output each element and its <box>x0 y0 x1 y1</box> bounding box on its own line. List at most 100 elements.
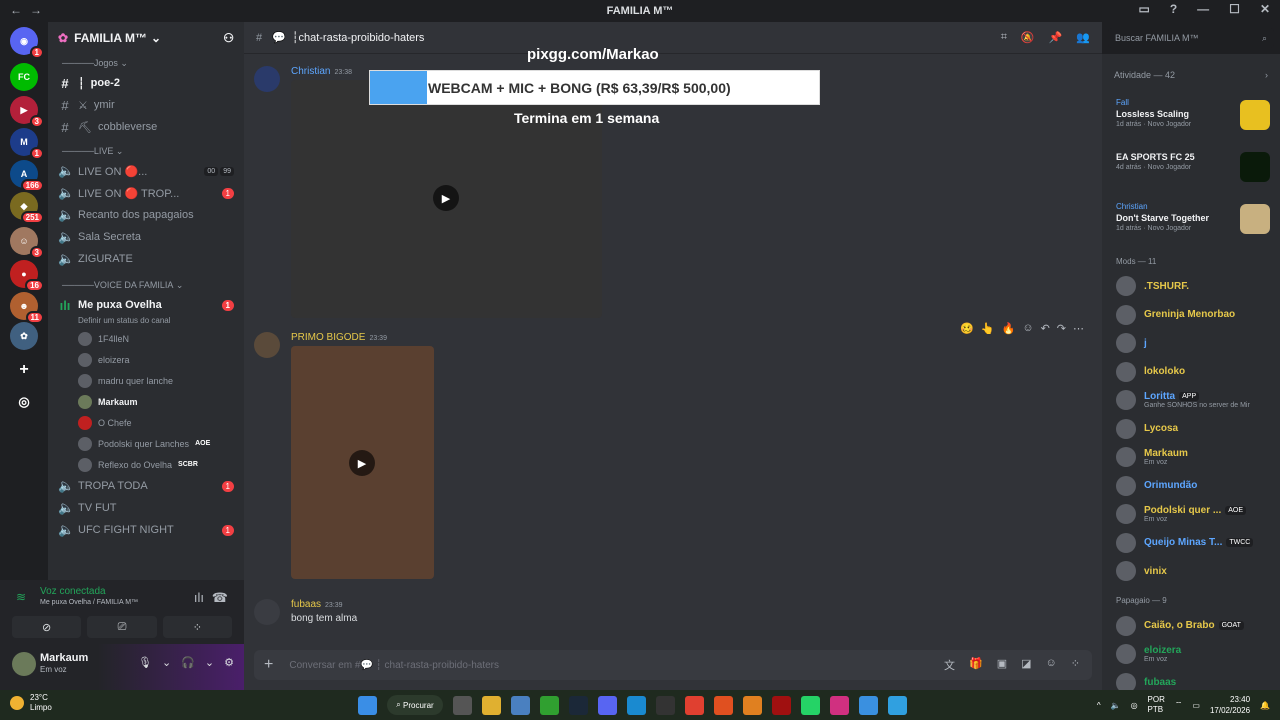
server-header[interactable]: ✿ FAMILIA M™ ⌄ ⚇ <box>48 22 244 54</box>
channel-recanto[interactable]: 🔈 Recanto dos papagaios <box>48 204 244 226</box>
headphones-icon[interactable]: 🎧 <box>181 656 195 669</box>
discord-icon[interactable] <box>598 695 617 715</box>
channel-ymir[interactable]: # ⚔ ymir <box>48 94 244 116</box>
member-item[interactable]: Queijo Minas T... TWCC <box>1102 529 1280 558</box>
add-server-icon[interactable]: + <box>10 356 38 384</box>
guild-icon-8[interactable]: ✿ <box>10 322 38 350</box>
chrome-icon[interactable] <box>685 695 704 715</box>
channel-ufc[interactable]: 🔈 UFC FIGHT NIGHT 1 <box>48 519 244 541</box>
add-member-icon[interactable]: ⚇ <box>223 31 234 45</box>
channel-poe-2[interactable]: # ┆ poe-2 <box>48 72 244 94</box>
author-name[interactable]: PRIMO BIGODE <box>291 332 365 343</box>
taskbar-search[interactable]: ⌕ Procurar <box>387 695 443 715</box>
mute-notifications-icon[interactable]: 🔕 <box>1021 31 1035 44</box>
member-item[interactable]: eloizera Em voz <box>1102 640 1280 669</box>
channel-live-on-1[interactable]: 🔈 LIVE ON 🔴... 00 99 <box>48 160 244 182</box>
avatar[interactable] <box>12 652 36 676</box>
instagram-icon[interactable] <box>830 695 849 715</box>
composer-placeholder[interactable]: Conversar em #💬 ┆ chat-rasta-proibido-ha… <box>289 660 499 671</box>
guild-icon-4[interactable]: ◆ 251 <box>10 192 44 224</box>
reaction-emoji-icon[interactable]: 🔥 <box>1002 322 1016 335</box>
author-name[interactable]: Christian <box>291 66 330 77</box>
channel-tv-fut[interactable]: 🔈 TV FUT <box>48 497 244 519</box>
explore-icon[interactable]: ◎ <box>10 388 38 416</box>
member-item[interactable]: Loritta APP Ganhe SONHOS no server de Mir <box>1102 386 1280 415</box>
noise-suppression-icon[interactable]: ılı <box>194 590 204 605</box>
channel-zigurate[interactable]: 🔈 ZIGURATE <box>48 248 244 270</box>
volume-icon[interactable]: 🔈 <box>1111 701 1121 710</box>
obs-icon[interactable] <box>656 695 675 715</box>
reaction-emoji-icon[interactable]: 🥴 <box>960 322 974 335</box>
channel-sala-secreta[interactable]: 🔈 Sala Secreta <box>48 226 244 248</box>
voice-user[interactable]: Markaum <box>48 391 244 412</box>
translate-icon[interactable]: 文 <box>944 657 955 673</box>
inbox-icon[interactable]: ▭ <box>1138 2 1149 16</box>
activity-card[interactable]: Fall Lossless Scaling 1d atrás · Novo Jo… <box>1102 90 1280 142</box>
member-item[interactable]: Caião, o Brabo GOAT <box>1102 612 1280 641</box>
app-icon[interactable] <box>772 695 791 715</box>
member-item[interactable]: .TSHURF. <box>1102 272 1280 301</box>
close-icon[interactable]: ✕ <box>1260 2 1270 16</box>
more-options-icon[interactable]: ⋯ <box>1073 322 1084 335</box>
help-icon[interactable]: ? <box>1170 2 1177 16</box>
play-icon[interactable]: ▶ <box>349 450 375 476</box>
sticker-icon[interactable]: ◪ <box>1021 657 1031 673</box>
member-item[interactable]: Orimundão <box>1102 472 1280 501</box>
play-icon[interactable]: ▶ <box>433 185 459 211</box>
tray-chevron-icon[interactable]: ^ <box>1097 701 1101 710</box>
channel-me-puxa-ovelha[interactable]: ılı Me puxa Ovelha 1 <box>48 294 244 316</box>
voice-user[interactable]: O Chefe <box>48 412 244 433</box>
channel-status[interactable]: Definir um status do canal <box>48 316 244 328</box>
pin-icon[interactable]: 📌 <box>1049 31 1063 44</box>
network-icon[interactable]: ◎ <box>1131 701 1138 710</box>
maximize-icon[interactable]: ☐ <box>1229 2 1240 16</box>
notifications-icon[interactable]: 🔔 <box>1260 701 1270 710</box>
category-jogos[interactable]: ───── Jogos ⌄ <box>48 54 244 72</box>
signal-icon[interactable]: ≋ <box>16 590 26 604</box>
chevron-down-icon[interactable]: ⌄ <box>162 656 171 669</box>
emoji-icon[interactable]: ☺ <box>1046 657 1057 673</box>
chevron-right-icon[interactable]: › <box>1265 70 1268 80</box>
guild-icon-6[interactable]: ● 16 <box>10 260 44 292</box>
activities-icon[interactable]: ⁘ <box>162 616 232 638</box>
video-attachment[interactable]: ▶ <box>291 346 434 579</box>
back-forward-icons[interactable]: ←→ <box>10 3 50 17</box>
guild-icon-2[interactable]: M1 <box>10 128 44 160</box>
guild-icon-3[interactable]: A 166 <box>10 160 44 192</box>
whatsapp-icon[interactable] <box>801 695 820 715</box>
forward-icon[interactable]: ↷ <box>1057 322 1066 335</box>
activity-header[interactable]: Atividade — 42 › <box>1102 60 1280 90</box>
category-voice[interactable]: ───── VOICE DA FAMILIA ⌄ <box>48 276 244 294</box>
screen-share-icon[interactable]: ⎚ <box>87 616 157 638</box>
direct-messages-icon[interactable]: ◉ 1 <box>10 27 44 59</box>
reaction-emoji-icon[interactable]: 👆 <box>981 322 995 335</box>
settings-gear-icon[interactable]: ⚙ <box>224 656 234 669</box>
app-icon[interactable] <box>859 695 878 715</box>
task-view-icon[interactable] <box>453 695 472 715</box>
notepad-icon[interactable] <box>888 695 907 715</box>
member-list-icon[interactable]: 👥 <box>1076 31 1090 44</box>
weather-widget[interactable]: 23°C Limpo <box>10 693 52 713</box>
avatar[interactable] <box>254 66 280 92</box>
channel-cobbleverse[interactable]: # ⛏ cobbleverse <box>48 116 244 138</box>
voice-user[interactable]: eloizera <box>48 349 244 370</box>
member-item[interactable]: Greninja Menorbao <box>1102 301 1280 330</box>
member-item[interactable]: Podolski quer ... AOE Em voz <box>1102 500 1280 529</box>
author-name[interactable]: fubaas <box>291 599 321 610</box>
input-language[interactable]: POR PTB <box>1148 695 1165 715</box>
voice-user[interactable]: madru quer lanche <box>48 370 244 391</box>
microphone-icon[interactable]: 🎙 <box>138 656 152 669</box>
battery-icon[interactable]: ▭ <box>1192 701 1200 710</box>
channel-tropa-toda[interactable]: 🔈 TROPA TODA 1 <box>48 475 244 497</box>
voice-connected-channel[interactable]: Me puxa Ovelha / FAMILIA M™ <box>40 599 138 606</box>
guild-icon-1[interactable]: ▶ 3 <box>10 96 44 128</box>
user-name[interactable]: Markaum <box>40 652 88 664</box>
activity-card[interactable]: Christian Don't Starve Together 1d atrás… <box>1102 194 1280 246</box>
chevron-down-icon[interactable]: ⌄ <box>205 656 214 669</box>
xbox-icon[interactable] <box>540 695 559 715</box>
steam-icon[interactable] <box>569 695 588 715</box>
start-icon[interactable] <box>358 695 377 715</box>
disconnect-icon[interactable]: ☎ <box>212 590 228 606</box>
minimize-icon[interactable]: — <box>1197 2 1209 16</box>
gif-icon[interactable]: ▣ <box>997 657 1007 673</box>
